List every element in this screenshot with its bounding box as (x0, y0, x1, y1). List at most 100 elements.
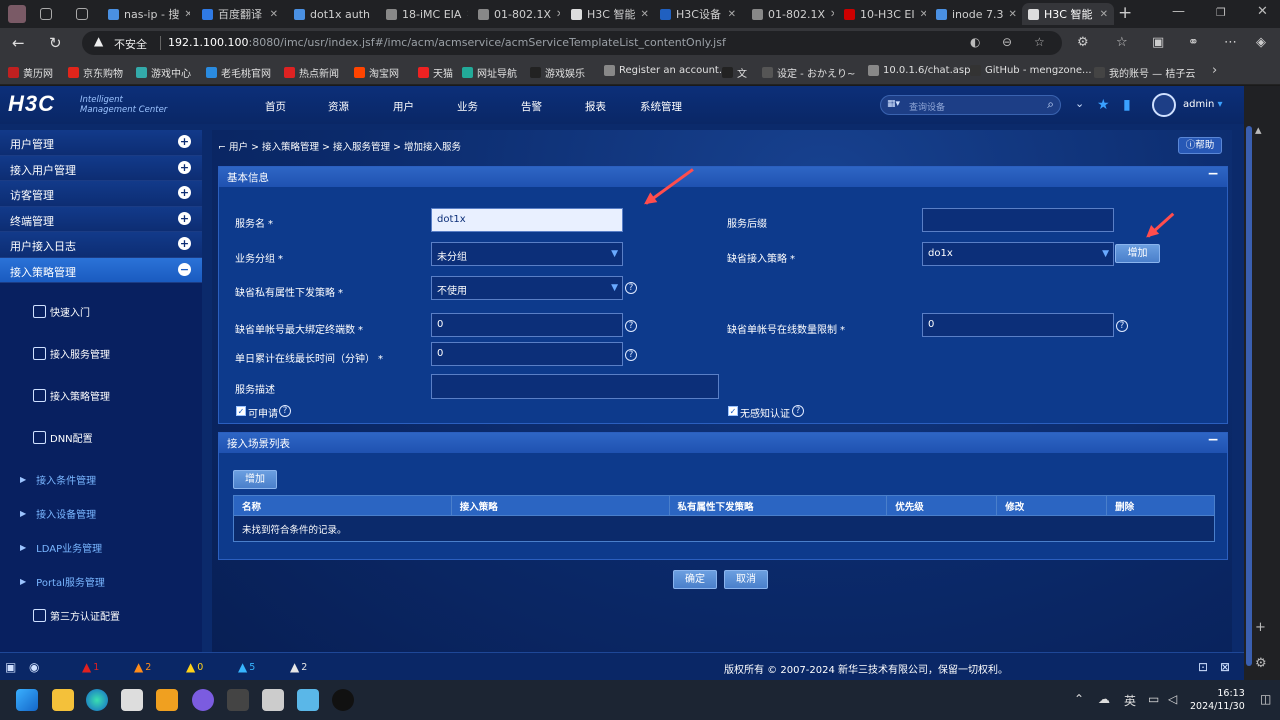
back-icon[interactable]: ← (12, 34, 25, 52)
weather-cloud-icon[interactable]: ☁ (1098, 692, 1110, 706)
clock[interactable]: 16:13 2024/11/30 (1190, 687, 1245, 713)
profile-avatar-icon[interactable] (8, 5, 26, 23)
help-question-icon[interactable]: ? (625, 349, 637, 361)
sidebar-subgroup[interactable]: ▶ 接入条件管理 (0, 472, 202, 487)
max-bind-input[interactable]: 0 (431, 313, 623, 337)
more-icon[interactable]: ⋯ (1224, 35, 1237, 50)
sidebar-group[interactable]: 接入用户管理 + (0, 155, 202, 181)
search-type-dropdown-icon[interactable]: ▦▾ (887, 99, 900, 109)
collections-icon[interactable]: ▣ (1152, 35, 1164, 50)
user-avatar-icon[interactable] (1152, 93, 1176, 117)
service-name-input[interactable]: dot1x (431, 208, 623, 232)
help-question-icon[interactable]: ? (279, 405, 291, 417)
expand-icon[interactable]: + (178, 211, 191, 225)
nav-item[interactable]: 资源 (328, 99, 349, 114)
favorites-star-icon[interactable]: ★ (1097, 97, 1110, 113)
network-tool-icon[interactable] (262, 689, 284, 711)
add-policy-button[interactable]: 增加 (1115, 244, 1160, 263)
bookmark-item[interactable]: 老毛桃官网 (206, 65, 271, 80)
alarm-indicator[interactable]: ▲ 5 (238, 660, 255, 674)
h3c-logo[interactable]: H3C (8, 91, 55, 117)
tray-expand-icon[interactable]: ⌃ (1074, 692, 1084, 706)
alarm-indicator[interactable]: ▲ 0 (186, 660, 203, 674)
reload-icon[interactable]: ↻ (49, 34, 62, 52)
collapse-header-icon[interactable]: ⌄ (1075, 97, 1084, 110)
browser-tab[interactable]: 01-802.1X ✕ (746, 3, 834, 25)
seamless-auth-checkbox[interactable]: ✓ (728, 406, 738, 416)
fullscreen-icon[interactable]: ⊡ (1198, 660, 1208, 674)
group-select[interactable]: 未分组 ▼ (431, 242, 623, 266)
sidebar-item[interactable]: 快速入门 (0, 304, 202, 319)
favorites-icon[interactable]: ☆ (1116, 35, 1128, 50)
settings-icon[interactable]: ⚙ (1255, 656, 1267, 671)
read-mode-icon[interactable]: ⊖ (1002, 35, 1012, 49)
sidebar-item[interactable]: 接入策略管理 (0, 388, 202, 403)
sidebar-item[interactable]: 第三方认证配置 (0, 608, 202, 623)
sidebar-group[interactable]: 用户接入日志 + (0, 232, 202, 258)
alarm-indicator[interactable]: ▲ 2 (134, 660, 151, 674)
cancel-button[interactable]: 取消 (724, 570, 768, 589)
nav-item[interactable]: 用户 (393, 99, 414, 114)
service-suffix-input[interactable] (922, 208, 1114, 232)
help-question-icon[interactable]: ? (625, 282, 637, 294)
sidebar-group[interactable]: 访客管理 + (0, 181, 202, 207)
bookmark-item[interactable]: 10.0.1.6/chat.asp (868, 65, 970, 76)
bookmark-item[interactable]: 京东购物 (68, 65, 123, 80)
bookmark-item[interactable]: 黄历网 (8, 65, 53, 80)
browser-tab[interactable]: inode 7.3 ✕ (930, 3, 1018, 25)
tab-close-icon[interactable]: ✕ (920, 9, 926, 20)
volume-icon[interactable]: ◁ (1168, 692, 1177, 706)
sidebar-subgroup[interactable]: ▶ 接入设备管理 (0, 506, 202, 521)
expand-icon[interactable]: + (178, 186, 191, 199)
address-bar[interactable]: ▲ 不安全 192.1.100.100:8080/imc/usr/index.j… (82, 31, 1062, 55)
bookmark-item[interactable]: 设定 - おかえり~ (762, 65, 855, 80)
game-icon[interactable] (227, 689, 249, 711)
daily-online-input[interactable]: 0 (431, 342, 623, 366)
help-question-icon[interactable]: ? (1116, 320, 1128, 332)
sidebar-subgroup[interactable]: ▶ LDAP业务管理 (0, 540, 202, 555)
extensions-icon[interactable]: ⚙ (1077, 35, 1089, 50)
bookmark-item[interactable]: 网址导航 (462, 65, 517, 80)
tab-close-icon[interactable]: ✕ (184, 9, 190, 20)
alarm-indicator[interactable]: ▲ 2 (290, 660, 307, 674)
split-screen-icon[interactable]: ⚭ (1188, 35, 1199, 50)
bookmark-item[interactable]: 游戏娱乐 (530, 65, 585, 80)
nav-item[interactable]: 告警 (521, 99, 542, 114)
app-icon[interactable] (156, 689, 178, 711)
bookmark-item[interactable]: 游戏中心 (136, 65, 191, 80)
star-bookmark-icon[interactable]: ☆ (1034, 35, 1045, 49)
browser-tab[interactable]: H3C 智能 ✕ (1022, 3, 1114, 25)
notepad-icon[interactable] (297, 689, 319, 711)
tab-close-icon[interactable]: ✕ (375, 9, 376, 20)
minimize-icon[interactable]: — (1172, 4, 1185, 19)
bookmark-item[interactable]: 热点新闻 (284, 65, 339, 80)
network-icon[interactable]: ▭ (1148, 692, 1159, 706)
browser-tab[interactable]: H3C 智能 ✕ (565, 3, 653, 25)
tab-close-icon[interactable]: ✕ (640, 9, 648, 20)
device-search[interactable]: ▦▾ 查询设备 ⌕ (880, 95, 1061, 115)
sidebar-group[interactable]: 用户管理 + (0, 130, 202, 156)
sidebar-group[interactable]: 终端管理 + (0, 206, 202, 232)
tab-close-icon[interactable]: ✕ (728, 9, 736, 20)
search-icon[interactable]: ⌕ (1047, 97, 1054, 112)
bookmark-icon[interactable]: ▮ (1123, 97, 1131, 113)
help-question-icon[interactable]: ? (625, 320, 637, 332)
expand-icon[interactable]: + (178, 135, 191, 148)
browser-tab[interactable]: H3C设备 ✕ (654, 3, 742, 25)
workspaces-icon[interactable] (40, 8, 52, 20)
edge-icon[interactable] (86, 689, 108, 711)
file-explorer-icon[interactable] (52, 689, 74, 711)
sidebar-group[interactable]: 接入策略管理 − (0, 257, 202, 283)
tab-close-icon[interactable]: ✕ (466, 9, 468, 20)
window-manager-icon[interactable] (121, 689, 143, 711)
sidebar-subgroup[interactable]: ▶ Portal服务管理 (0, 574, 202, 589)
ime-label[interactable]: 英 (1124, 692, 1136, 709)
obsidian-icon[interactable] (192, 689, 214, 711)
browser-tab[interactable]: 18-iMC EIA ✕ (380, 3, 468, 25)
tab-close-icon[interactable]: ✕ (830, 9, 834, 20)
right-panel-add-icon[interactable]: + (1255, 620, 1266, 635)
insecure-warning-icon[interactable]: ▲ (94, 34, 103, 48)
scrollbar-thumb[interactable] (1246, 126, 1252, 666)
collapse-icon[interactable]: − (178, 262, 191, 276)
start-icon[interactable] (16, 689, 38, 711)
